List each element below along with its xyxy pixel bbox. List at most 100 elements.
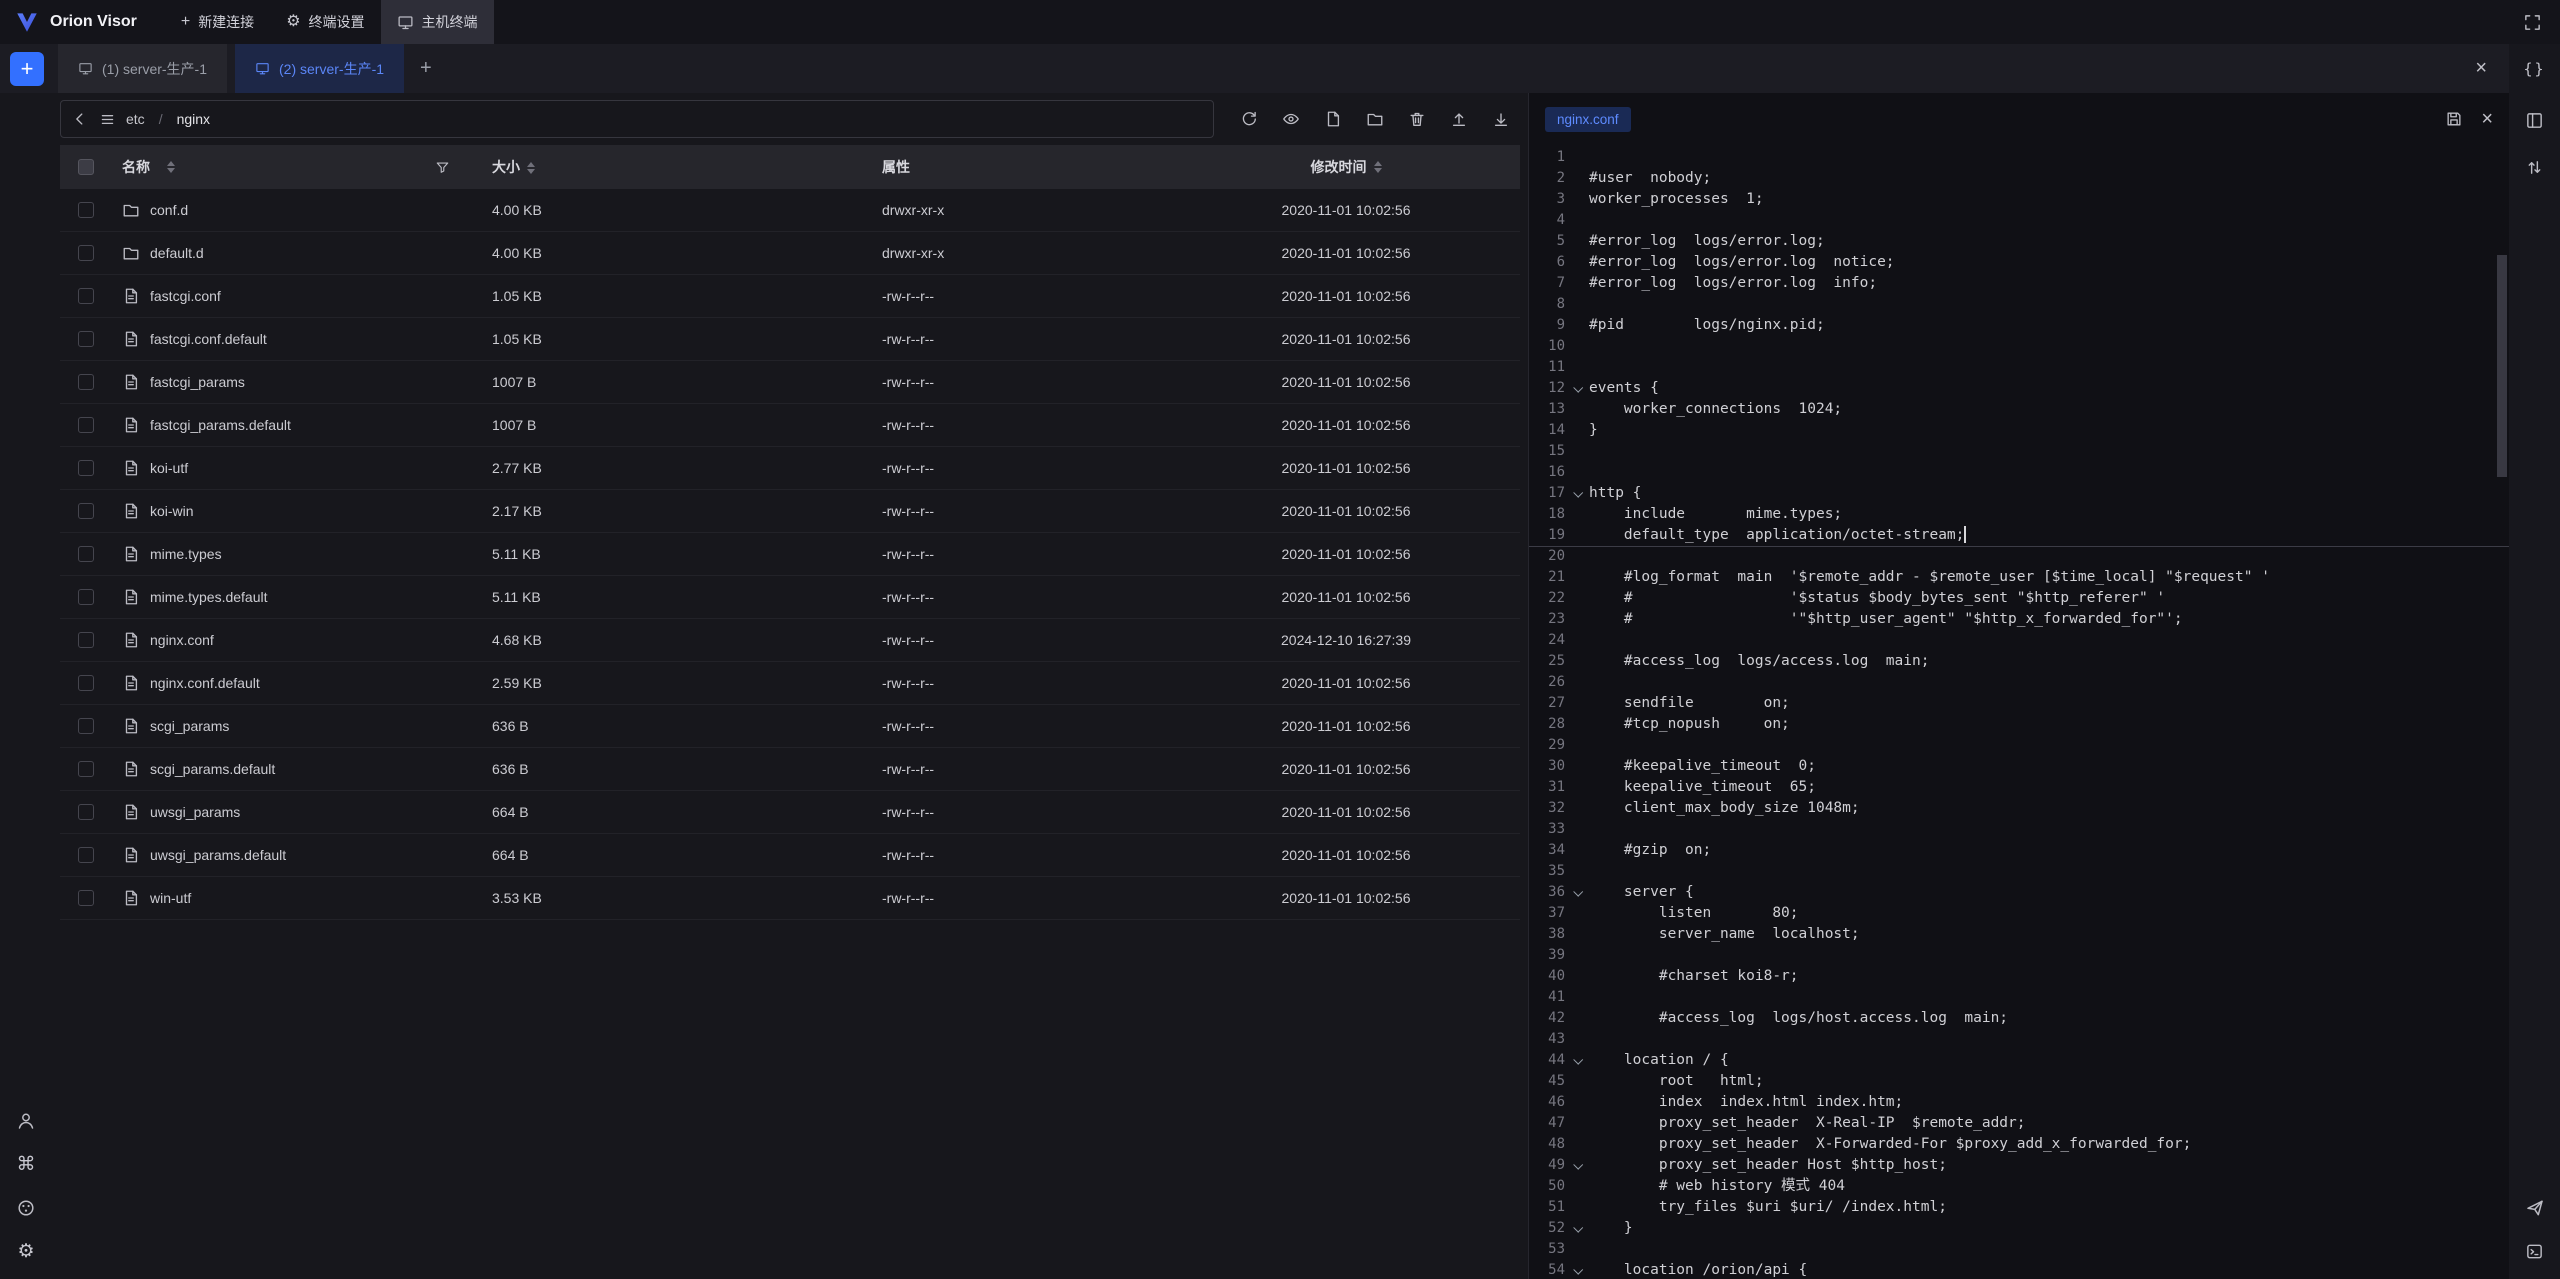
header-mtime[interactable]: 修改时间: [1172, 157, 1520, 177]
tab-server-1[interactable]: (1) server-生产-1: [58, 44, 227, 93]
table-row[interactable]: default.d 4.00 KB drwxr-xr-x 2020-11-01 …: [60, 232, 1520, 275]
code-line[interactable]: 24: [1529, 630, 2509, 651]
code-line[interactable]: 11: [1529, 357, 2509, 378]
header-size[interactable]: 大小: [472, 157, 872, 177]
row-checkbox[interactable]: [78, 202, 94, 218]
row-checkbox[interactable]: [78, 718, 94, 734]
table-row[interactable]: win-utf 3.53 KB -rw-r--r-- 2020-11-01 10…: [60, 877, 1520, 920]
fold-chevron-icon[interactable]: [1573, 1265, 1583, 1275]
upload-icon[interactable]: [1450, 110, 1468, 128]
table-row[interactable]: mime.types.default 5.11 KB -rw-r--r-- 20…: [60, 576, 1520, 619]
table-row[interactable]: koi-win 2.17 KB -rw-r--r-- 2020-11-01 10…: [60, 490, 1520, 533]
menu-new-connection[interactable]: + 新建连接: [165, 0, 270, 44]
code-line[interactable]: 22 # '$status $body_bytes_sent "$http_re…: [1529, 588, 2509, 609]
tab-server-2[interactable]: (2) server-生产-1: [235, 44, 404, 93]
terminal-box-icon[interactable]: [2525, 1242, 2544, 1261]
menu-host-terminal[interactable]: 主机终端: [381, 0, 494, 44]
fold-chevron-icon[interactable]: [1573, 488, 1583, 498]
code-line[interactable]: 8: [1529, 294, 2509, 315]
code-editor[interactable]: 1 2 #user nobody; 3 worker_processes 1; …: [1529, 145, 2509, 1279]
table-row[interactable]: fastcgi.conf.default 1.05 KB -rw-r--r-- …: [60, 318, 1520, 361]
table-row[interactable]: uwsgi_params 664 B -rw-r--r-- 2020-11-01…: [60, 791, 1520, 834]
code-line[interactable]: 52 }: [1529, 1218, 2509, 1239]
code-line[interactable]: 41: [1529, 987, 2509, 1008]
delete-icon[interactable]: [1408, 110, 1426, 128]
code-line[interactable]: 5 #error_log logs/error.log;: [1529, 231, 2509, 252]
close-icon[interactable]: ×: [2475, 57, 2487, 80]
code-line[interactable]: 40 #charset koi8-r;: [1529, 966, 2509, 987]
code-line[interactable]: 47 proxy_set_header X-Real-IP $remote_ad…: [1529, 1113, 2509, 1134]
code-line[interactable]: 20: [1529, 546, 2509, 567]
code-line[interactable]: 9 #pid logs/nginx.pid;: [1529, 315, 2509, 336]
select-all-checkbox[interactable]: [78, 159, 94, 175]
table-row[interactable]: uwsgi_params.default 664 B -rw-r--r-- 20…: [60, 834, 1520, 877]
row-checkbox[interactable]: [78, 761, 94, 777]
panel-layout-icon[interactable]: [2525, 111, 2544, 130]
row-checkbox[interactable]: [78, 374, 94, 390]
row-checkbox[interactable]: [78, 589, 94, 605]
fold-chevron-icon[interactable]: [1573, 1055, 1583, 1065]
table-row[interactable]: conf.d 4.00 KB drwxr-xr-x 2020-11-01 10:…: [60, 189, 1520, 232]
code-line[interactable]: 10: [1529, 336, 2509, 357]
code-line[interactable]: 32 client_max_body_size 1048m;: [1529, 798, 2509, 819]
send-command-icon[interactable]: [2525, 1198, 2545, 1218]
code-line[interactable]: 2 #user nobody;: [1529, 168, 2509, 189]
table-row[interactable]: scgi_params 636 B -rw-r--r-- 2020-11-01 …: [60, 705, 1520, 748]
code-line[interactable]: 49 proxy_set_header Host $http_host;: [1529, 1155, 2509, 1176]
fold-chevron-icon[interactable]: [1573, 1223, 1583, 1233]
code-line[interactable]: 45 root html;: [1529, 1071, 2509, 1092]
breadcrumb-segment-nginx[interactable]: nginx: [177, 111, 210, 127]
row-checkbox[interactable]: [78, 245, 94, 261]
command-icon[interactable]: ⌘: [17, 1155, 36, 1174]
row-checkbox[interactable]: [78, 632, 94, 648]
create-file-icon[interactable]: [1324, 110, 1342, 128]
code-line[interactable]: 39: [1529, 945, 2509, 966]
editor-file-tag[interactable]: nginx.conf: [1545, 107, 1631, 132]
settings-gear-icon[interactable]: ⚙: [17, 1242, 34, 1261]
new-connection-button[interactable]: +: [10, 52, 44, 86]
filter-funnel-icon[interactable]: [435, 160, 450, 175]
code-line[interactable]: 42 #access_log logs/host.access.log main…: [1529, 1008, 2509, 1029]
row-checkbox[interactable]: [78, 546, 94, 562]
code-line[interactable]: 15: [1529, 441, 2509, 462]
code-line[interactable]: 21 #log_format main '$remote_addr - $rem…: [1529, 567, 2509, 588]
table-row[interactable]: nginx.conf 4.68 KB -rw-r--r-- 2024-12-10…: [60, 619, 1520, 662]
code-line[interactable]: 44 location / {: [1529, 1050, 2509, 1071]
table-row[interactable]: fastcgi_params 1007 B -rw-r--r-- 2020-11…: [60, 361, 1520, 404]
fold-chevron-icon[interactable]: [1573, 383, 1583, 393]
header-name[interactable]: 名称: [112, 157, 472, 177]
user-icon[interactable]: [16, 1111, 36, 1131]
row-checkbox[interactable]: [78, 460, 94, 476]
code-line[interactable]: 38 server_name localhost;: [1529, 924, 2509, 945]
code-line[interactable]: 31 keepalive_timeout 65;: [1529, 777, 2509, 798]
directory-list-icon[interactable]: [99, 111, 116, 128]
fold-chevron-icon[interactable]: [1573, 887, 1583, 897]
code-line[interactable]: 30 #keepalive_timeout 0;: [1529, 756, 2509, 777]
save-icon[interactable]: [2445, 110, 2463, 128]
code-line[interactable]: 46 index index.html index.htm;: [1529, 1092, 2509, 1113]
add-tab-icon[interactable]: +: [420, 57, 432, 80]
table-row[interactable]: scgi_params.default 636 B -rw-r--r-- 202…: [60, 748, 1520, 791]
code-line[interactable]: 48 proxy_set_header X-Forwarded-For $pro…: [1529, 1134, 2509, 1155]
row-checkbox[interactable]: [78, 804, 94, 820]
code-line[interactable]: 7 #error_log logs/error.log info;: [1529, 273, 2509, 294]
code-line[interactable]: 17 http {: [1529, 483, 2509, 504]
table-row[interactable]: nginx.conf.default 2.59 KB -rw-r--r-- 20…: [60, 662, 1520, 705]
code-line[interactable]: 28 #tcp_nopush on;: [1529, 714, 2509, 735]
close-editor-icon[interactable]: ×: [2481, 108, 2493, 131]
code-line[interactable]: 27 sendfile on;: [1529, 693, 2509, 714]
code-line[interactable]: 35: [1529, 861, 2509, 882]
code-line[interactable]: 3 worker_processes 1;: [1529, 189, 2509, 210]
fullscreen-icon[interactable]: [2523, 13, 2542, 32]
row-checkbox[interactable]: [78, 847, 94, 863]
back-icon[interactable]: [71, 110, 89, 128]
code-line[interactable]: 1: [1529, 147, 2509, 168]
code-line[interactable]: 43: [1529, 1029, 2509, 1050]
row-checkbox[interactable]: [78, 890, 94, 906]
code-line[interactable]: 4: [1529, 210, 2509, 231]
editor-scrollbar-thumb[interactable]: [2497, 255, 2507, 477]
code-line[interactable]: 13 worker_connections 1024;: [1529, 399, 2509, 420]
code-line[interactable]: 16: [1529, 462, 2509, 483]
row-checkbox[interactable]: [78, 288, 94, 304]
code-line[interactable]: 53: [1529, 1239, 2509, 1260]
